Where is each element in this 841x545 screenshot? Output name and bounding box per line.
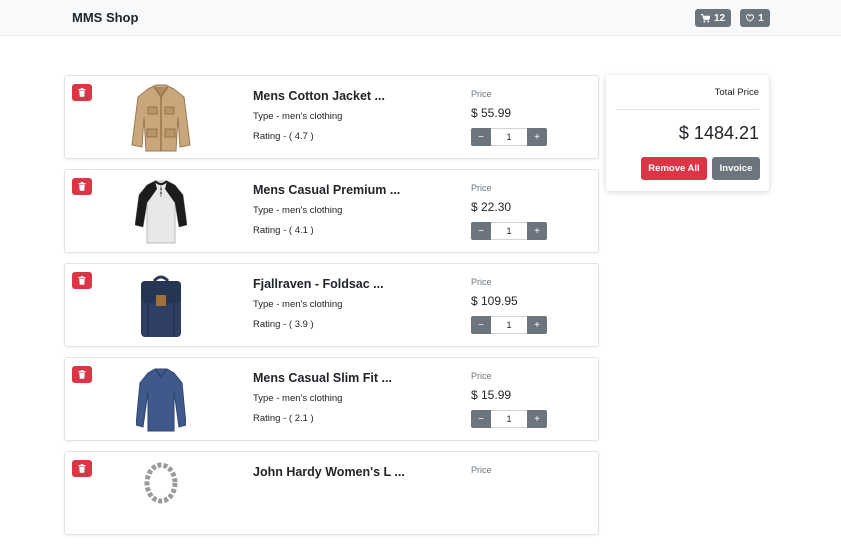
decrease-quantity-button[interactable]: − (471, 222, 491, 240)
trash-icon (78, 272, 86, 290)
decrease-quantity-button[interactable]: − (471, 128, 491, 146)
product-type: Type - men's clothing (253, 393, 343, 404)
increase-quantity-button[interactable]: + (527, 410, 547, 428)
price-label: Price (471, 89, 492, 99)
trash-icon (78, 178, 86, 196)
jacket-image (131, 84, 191, 152)
quantity-stepper: − 1 + (471, 128, 547, 146)
product-name[interactable]: Mens Cotton Jacket ... (253, 89, 385, 103)
delete-item-button[interactable] (72, 84, 92, 101)
quantity-stepper: − 1 + (471, 410, 547, 428)
decrease-quantity-button[interactable]: − (471, 316, 491, 334)
product-rating: Rating - ( 3.9 ) (253, 319, 314, 330)
product-image (123, 457, 199, 531)
wishlist-count: 1 (758, 12, 764, 24)
increase-quantity-button[interactable]: + (527, 316, 547, 334)
delete-item-button[interactable] (72, 272, 92, 289)
backpack-image (141, 275, 181, 337)
trash-icon (78, 366, 86, 384)
total-price-label: Total Price (714, 87, 759, 98)
product-type: Type - men's clothing (253, 299, 343, 310)
cart-count: 12 (713, 12, 726, 24)
quantity-input[interactable]: 1 (491, 316, 527, 334)
quantity-input[interactable]: 1 (491, 410, 527, 428)
cart-item: Mens Casual Slim Fit ... Type - men's cl… (64, 357, 599, 441)
quantity-input[interactable]: 1 (491, 222, 527, 240)
invoice-button[interactable]: Invoice (712, 157, 760, 180)
trash-icon (78, 460, 86, 478)
trash-icon (78, 84, 86, 102)
order-summary-card: Total Price $ 1484.21 Remove All Invoice (606, 75, 769, 191)
product-name[interactable]: John Hardy Women's L ... (253, 465, 405, 479)
product-type: Type - men's clothing (253, 111, 343, 122)
cart-items-list: Mens Cotton Jacket ... Type - men's clot… (64, 75, 599, 545)
quantity-stepper: − 1 + (471, 222, 547, 240)
cart-icon (700, 13, 710, 23)
brand-logo[interactable]: MMS Shop (72, 10, 138, 25)
product-image (123, 269, 199, 343)
product-rating: Rating - ( 4.1 ) (253, 225, 314, 236)
quantity-stepper: − 1 + (471, 316, 547, 334)
delete-item-button[interactable] (72, 366, 92, 383)
product-rating: Rating - ( 2.1 ) (253, 413, 314, 424)
product-image (123, 363, 199, 437)
cart-item: Fjallraven - Foldsac ... Type - men's cl… (64, 263, 599, 347)
bracelet-image (144, 462, 178, 504)
product-rating: Rating - ( 4.7 ) (253, 131, 314, 142)
product-name[interactable]: Mens Casual Slim Fit ... (253, 371, 392, 385)
cart-badge[interactable]: 12 (695, 9, 731, 27)
price-label: Price (471, 277, 492, 287)
increase-quantity-button[interactable]: + (527, 128, 547, 146)
product-price: $ 15.99 (471, 388, 512, 402)
total-price-value: $ 1484.21 (678, 123, 759, 143)
divider (616, 109, 759, 110)
slim-tshirt-image (136, 368, 186, 432)
quantity-input[interactable]: 1 (491, 128, 527, 146)
wishlist-badge[interactable]: 1 (740, 9, 770, 27)
delete-item-button[interactable] (72, 178, 92, 195)
price-label: Price (471, 183, 492, 193)
product-name[interactable]: Mens Casual Premium ... (253, 183, 400, 197)
increase-quantity-button[interactable]: + (527, 222, 547, 240)
cart-item: John Hardy Women's L ... Price (64, 451, 599, 535)
decrease-quantity-button[interactable]: − (471, 410, 491, 428)
product-name[interactable]: Fjallraven - Foldsac ... (253, 277, 384, 291)
navbar: MMS Shop 12 1 (0, 0, 841, 36)
cart-item: Mens Cotton Jacket ... Type - men's clot… (64, 75, 599, 159)
delete-item-button[interactable] (72, 460, 92, 477)
product-image (123, 175, 199, 249)
raglan-tshirt-image (135, 180, 187, 244)
product-price: $ 22.30 (471, 200, 512, 214)
product-price: $ 109.95 (471, 294, 518, 308)
cart-item: Mens Casual Premium ... Type - men's clo… (64, 169, 599, 253)
remove-all-button[interactable]: Remove All (641, 157, 707, 180)
price-label: Price (471, 371, 492, 381)
product-type: Type - men's clothing (253, 205, 343, 216)
product-price: $ 55.99 (471, 106, 512, 120)
price-label: Price (471, 465, 492, 475)
heart-icon (746, 14, 755, 22)
product-image (123, 81, 199, 155)
